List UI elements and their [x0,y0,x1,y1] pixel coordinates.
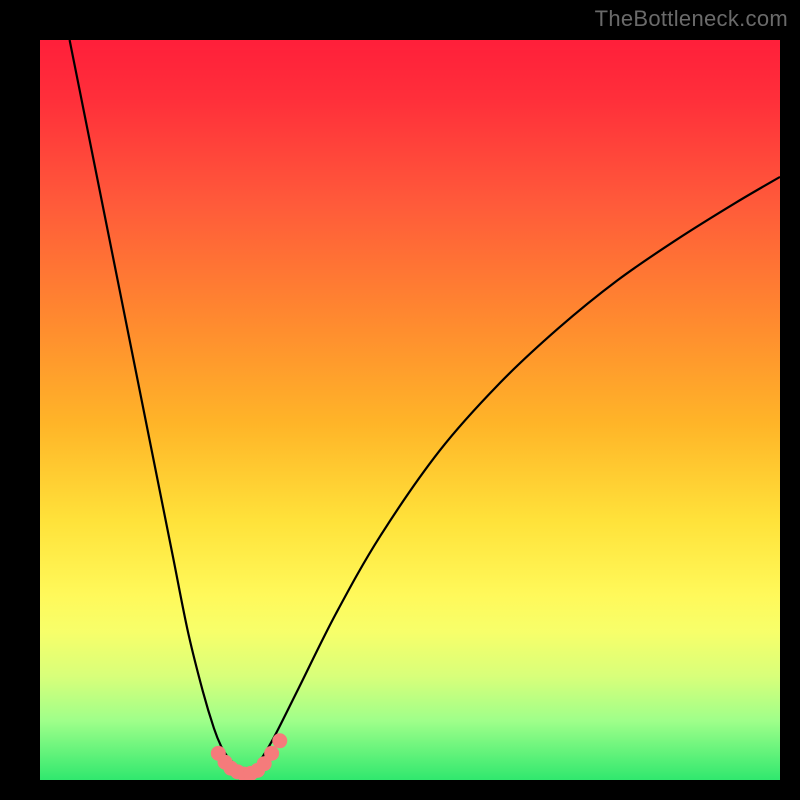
plot-area [40,40,780,780]
marker-dot [250,763,265,778]
watermark-label: TheBottleneck.com [595,6,788,32]
marker-dot [257,756,272,771]
marker-dot [264,746,279,761]
marker-dot [243,766,258,780]
marker-dot [272,733,287,748]
marker-dot [230,764,245,779]
curve-right [247,177,780,774]
marker-dot [211,746,226,761]
curve-layer [40,40,780,780]
marker-dot [223,761,238,776]
marker-dot [218,755,233,770]
curve-left [70,40,248,774]
marker-dot [237,767,252,780]
marker-dots [211,733,287,780]
chart-frame: TheBottleneck.com [0,0,800,800]
